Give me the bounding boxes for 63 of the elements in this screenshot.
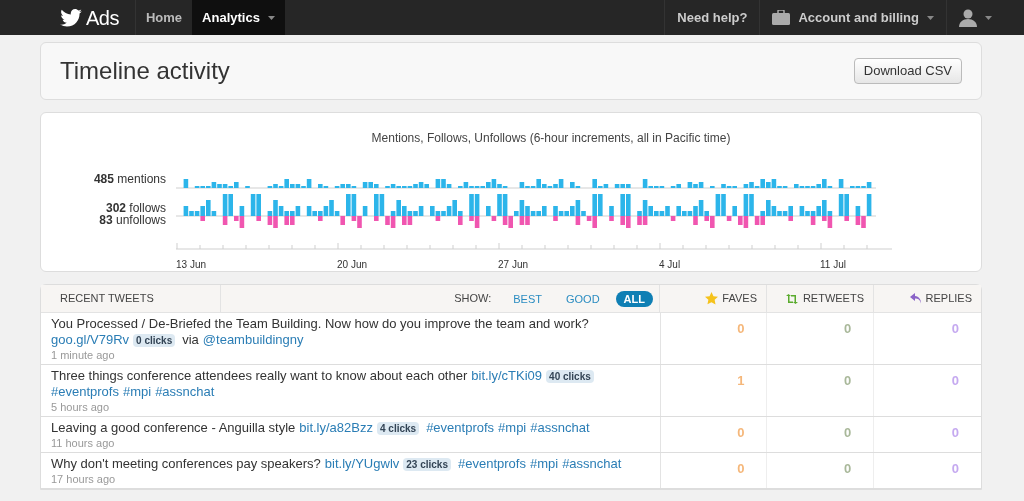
tweet-link[interactable]: bit.ly/YUgwlv [324,456,400,472]
column-heading: RECENT TWEETS [60,291,154,307]
clicks-badge: 0 clicks [133,333,176,347]
count-cell-text: 0 [951,460,959,478]
filter-pill[interactable]: BEST [505,290,550,307]
tweet-link[interactable]: goo.gl/V79Rv [51,332,130,348]
clicks-badge: 23 clicks [403,457,451,471]
tweet-text: You Processed / De-Briefed the Team Building. Now how do you improve the team and work? [51,316,589,332]
column-heading: RETWEETS [802,291,864,307]
tweet-link[interactable]: #eventprofs [426,420,495,436]
help-link[interactable]: Need help? [664,0,760,35]
download-button[interactable]: Download CSV [853,58,962,84]
tweet-text: Three things conference attendees really want to know about each other [51,368,468,384]
count-cell-text: 0 [951,320,959,338]
date-label: 27 Jun [498,259,529,270]
date-label: 13 Jun [176,259,207,270]
brand-name[interactable]: Ads [86,2,119,33]
count-cell-text: 1 [737,372,745,390]
page-title: Timeline activity [60,56,230,86]
count-cell-text: 0 [843,424,852,442]
column-heading: REPLIES [925,291,972,307]
count-cell-text: 0 [951,424,959,442]
clicks-badge: 40 clicks [546,369,594,383]
nav-tab[interactable]: Analytics [192,0,285,35]
tweet-link[interactable]: @teambuildingny [202,332,304,348]
tweet-link[interactable]: #assnchat [530,420,590,436]
tweet-link[interactable]: bit.ly/a82Bzz [299,420,373,436]
date-label: 4 Jul [659,259,681,270]
chart-title: Mentions, Follows, Unfollows (6-hour increments, all in Pacific time) [370,130,732,147]
tweet-link[interactable]: #mpi [122,384,152,400]
date-label: 20 Jun [337,259,368,270]
count-cell-text: 0 [737,460,745,478]
filter-pill[interactable]: ALL [615,290,653,307]
count-cell-text: 0 [843,460,852,478]
tweet-link[interactable]: #mpi [498,420,527,436]
tweet-link[interactable]: #eventprofs [51,384,119,400]
tweet-link[interactable]: bit.ly/cTKi09 [471,368,543,384]
account-menu[interactable]: Account and billing [759,0,946,35]
count-cell-text: 0 [737,424,745,442]
filter-pill[interactable]: GOOD [558,290,608,307]
nav-tab[interactable]: Home [135,0,193,35]
tweet-time: 1 minute ago [51,348,116,362]
legend-label: 83 unfollows [99,214,166,226]
tweet-time: 17 hours ago [51,472,117,486]
date-label: 11 Jul [820,259,846,270]
show-label: SHOW: [454,291,492,307]
tweet-text: via [182,332,199,348]
tweet-link[interactable]: #assnchat [155,384,215,400]
legend-label: 485 mentions [93,173,166,185]
count-cell-text: 0 [951,372,959,390]
count-cell-text: 0 [737,320,745,338]
column-heading: FAVES [722,291,757,307]
tweet-time: 5 hours ago [51,400,111,414]
tweet-link[interactable]: #eventprofs [458,456,526,472]
tweet-text: Why don't meeting conferences pay speakers? [51,456,321,472]
legend-label: 302 follows [105,202,166,214]
tweet-text: Leaving a good conference - Anguilla style [51,420,296,436]
tweet-time: 11 hours ago [51,436,116,450]
clicks-badge: 4 clicks [377,421,420,435]
count-cell-text: 0 [843,372,852,390]
count-cell-text: 0 [843,320,852,338]
tweet-link[interactable]: #assnchat [562,456,622,472]
tweet-link[interactable]: #mpi [529,456,559,472]
